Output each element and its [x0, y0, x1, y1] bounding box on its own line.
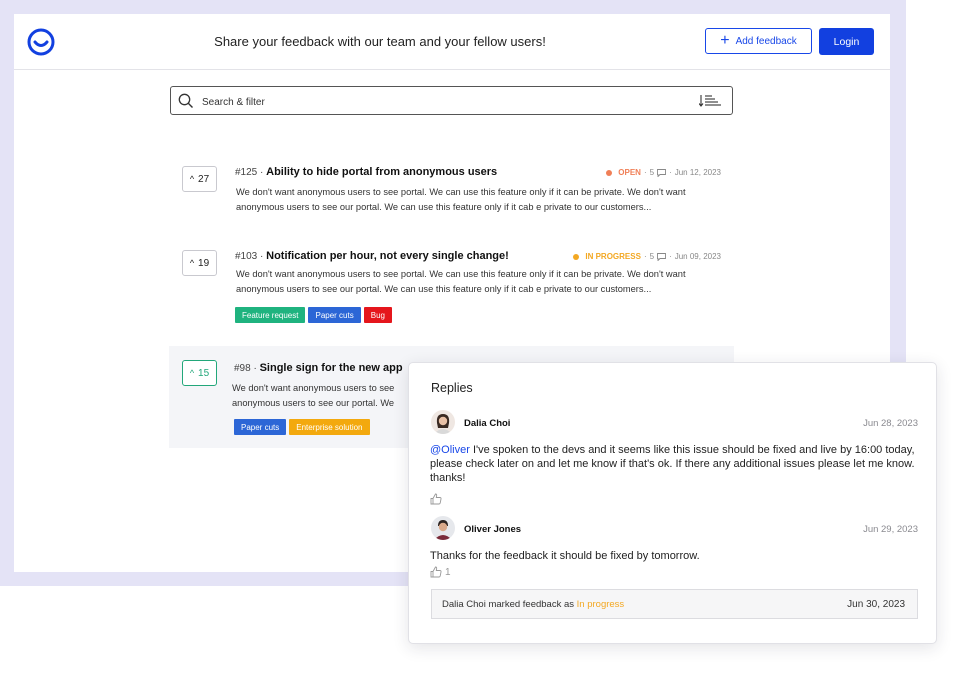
upvote-button[interactable]: ^ 19 [182, 250, 217, 276]
search-input[interactable] [200, 92, 684, 112]
post-title[interactable]: Single sign for the new app [260, 362, 403, 374]
upvote-button[interactable]: ^ 27 [182, 166, 217, 192]
comment-count: 5 [649, 168, 655, 177]
activity-date: Jun 30, 2023 [847, 599, 905, 610]
reply-author: Oliver Jones [464, 524, 522, 535]
feedback-post[interactable]: ^ 19 #103 · Notification per hour, not e… [169, 238, 734, 328]
thumbs-up-icon [430, 566, 442, 578]
replies-heading: Replies [431, 381, 473, 395]
caret-up-icon: ^ [189, 368, 195, 378]
post-meta: IN PROGRESS · 5 · Jun 09, 2023 [573, 252, 721, 261]
reply-author: Dalia Choi [464, 418, 511, 429]
tag-paper-cuts[interactable]: Paper cuts [234, 419, 287, 435]
login-button[interactable]: Login [819, 28, 874, 55]
avatar[interactable] [431, 516, 455, 540]
activity-status: In progress [576, 599, 625, 610]
reply-date: Jun 28, 2023 [863, 418, 918, 429]
tag-list: Paper cuts Enterprise solution [234, 419, 370, 435]
post-date: Jun 09, 2023 [674, 252, 721, 261]
plus-icon: + [720, 32, 730, 49]
post-number: #125 [235, 167, 258, 178]
activity-text: Dalia Choi marked feedback as In progres… [442, 599, 624, 610]
post-date: Jun 12, 2023 [674, 168, 721, 177]
vote-count: 27 [198, 173, 210, 185]
avatar[interactable] [431, 410, 455, 434]
tag-paper-cuts[interactable]: Paper cuts [308, 307, 361, 323]
feedback-post[interactable]: ^ 27 #125 · Ability to hide portal from … [169, 154, 734, 224]
tag-list: Feature request Paper cuts Bug [235, 307, 392, 323]
post-meta: OPEN · 5 · Jun 12, 2023 [606, 168, 721, 177]
activity-log-entry: Dalia Choi marked feedback as In progres… [431, 589, 918, 619]
post-description: We don't want anonymous users to see por… [236, 187, 686, 212]
post-number: #98 [234, 363, 251, 374]
status-dot [573, 253, 580, 260]
mention-link[interactable]: @Oliver [430, 444, 470, 456]
add-feedback-button[interactable]: + Add feedback [705, 28, 812, 54]
upvote-button[interactable]: ^ 15 [182, 360, 217, 386]
post-number: #103 [235, 251, 258, 262]
page-title: Share your feedback with our team and yo… [214, 34, 546, 49]
tag-feature-request[interactable]: Feature request [235, 307, 306, 323]
add-feedback-label: Add feedback [735, 35, 797, 47]
search-icon [178, 93, 193, 108]
like-count: 1 [445, 566, 451, 578]
replies-panel: Replies Dalia Choi Jun 28, 2023 @Oliver … [408, 362, 937, 644]
comment-count: 5 [649, 252, 655, 261]
post-title[interactable]: Ability to hide portal from anonymous us… [266, 166, 497, 178]
vote-count: 15 [198, 367, 210, 379]
caret-up-icon: ^ [189, 258, 195, 268]
caret-up-icon: ^ [189, 174, 195, 184]
thumbs-up-icon [430, 493, 442, 505]
post-description: We don't want anonymous users to see por… [236, 269, 686, 294]
status-badge: IN PROGRESS [585, 252, 641, 261]
vote-count: 19 [198, 257, 210, 269]
sort-icon[interactable] [699, 94, 721, 107]
post-title[interactable]: Notification per hour, not every single … [266, 250, 509, 262]
reply-text: Thanks for the feedback it should be fix… [430, 550, 700, 562]
comment-icon [657, 168, 667, 177]
top-bar: Share your feedback with our team and yo… [14, 14, 890, 70]
search-bar [170, 86, 733, 115]
comment-icon [657, 252, 667, 261]
tag-bug[interactable]: Bug [363, 307, 392, 323]
status-dot [606, 169, 613, 176]
activity-description: Dalia Choi marked feedback as [442, 599, 577, 610]
reply-date: Jun 29, 2023 [863, 524, 918, 535]
tag-enterprise-solution[interactable]: Enterprise solution [289, 419, 370, 435]
reply-body: I've spoken to the devs and it seems lik… [430, 444, 915, 484]
like-button[interactable]: 1 [430, 566, 451, 578]
status-badge: OPEN [618, 168, 641, 177]
reply-text: @Oliver I've spoken to the devs and it s… [430, 443, 920, 485]
like-button[interactable] [430, 493, 442, 505]
